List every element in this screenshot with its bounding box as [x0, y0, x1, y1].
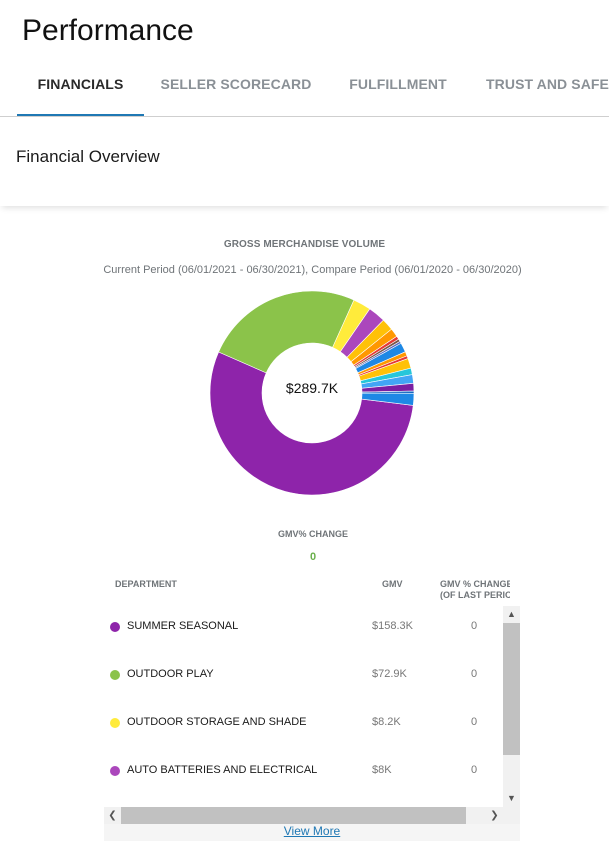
scroll-up-arrow-icon[interactable]: ▲ — [503, 606, 520, 623]
gmv-change-label: GMV% CHANGE — [277, 529, 348, 539]
scroll-left-arrow-icon[interactable]: ❮ — [104, 807, 121, 824]
gmv-change-value: 0 — [309, 551, 317, 563]
department-name: SUMMER SEASONAL — [127, 620, 239, 632]
chart-title: GROSS MERCHANDISE VOLUME — [223, 239, 386, 250]
donut-slice[interactable] — [218, 291, 355, 374]
scroll-right-arrow-icon[interactable]: ❯ — [486, 807, 503, 824]
tab-financials[interactable]: FINANCIALS — [17, 56, 144, 116]
series-color-dot — [110, 622, 120, 632]
table-row: OUTDOOR STORAGE AND SHADE $8.2K 0 — [104, 708, 502, 756]
department-gmv-change: 0 — [471, 620, 478, 632]
vertical-scrollbar[interactable]: ▲ ▼ — [503, 606, 520, 807]
department-name: OUTDOOR PLAY — [127, 668, 214, 680]
tab-fulfillment[interactable]: FULFILLMENT — [335, 56, 461, 116]
department-gmv: $8K — [372, 764, 392, 776]
department-table: SUMMER SEASONAL $158.3K 0 OUTDOOR PLAY $… — [104, 606, 520, 824]
series-color-dot — [110, 766, 120, 776]
department-gmv: $158.3K — [372, 620, 413, 632]
table-row: AUTO BATTERIES AND ELECTRICAL $8K 0 — [104, 756, 502, 804]
vertical-scroll-thumb[interactable] — [503, 623, 520, 755]
page-title: Performance — [22, 14, 194, 47]
section-title: Financial Overview — [16, 147, 160, 166]
scroll-down-arrow-icon[interactable]: ▼ — [503, 790, 520, 807]
donut-center-total: $289.7K — [285, 380, 339, 396]
department-gmv-change: 0 — [471, 716, 478, 728]
tab-trust-and-safety[interactable]: TRUST AND SAFETY — [486, 56, 609, 116]
department-gmv-change: 0 — [471, 764, 478, 776]
department-gmv: $8.2K — [372, 716, 401, 728]
tab-bar: FINANCIALS SELLER SCORECARD FULFILLMENT … — [0, 56, 609, 117]
series-color-dot — [110, 670, 120, 680]
department-name: AUTO BATTERIES AND ELECTRICAL — [127, 764, 318, 776]
column-header-gmv-change: GMV % CHANGE (OF LAST PERIOD) — [440, 579, 510, 600]
horizontal-scroll-thumb[interactable] — [121, 807, 466, 824]
section-header: Financial Overview — [0, 118, 609, 206]
table-row: SUMMER SEASONAL $158.3K 0 — [104, 612, 502, 660]
table-row: OUTDOOR PLAY $72.9K 0 — [104, 660, 502, 708]
department-name: OUTDOOR STORAGE AND SHADE — [127, 716, 307, 728]
view-more-link[interactable]: View More — [104, 824, 520, 841]
column-header-department: DEPARTMENT — [115, 579, 177, 589]
department-gmv: $72.9K — [372, 668, 407, 680]
column-header-gmv: GMV — [382, 579, 403, 589]
department-gmv-change: 0 — [471, 668, 478, 680]
series-color-dot — [110, 718, 120, 728]
horizontal-scrollbar[interactable]: ❮ ❯ — [104, 807, 520, 824]
chart-period: Current Period (06/01/2021 - 06/30/2021)… — [103, 264, 522, 276]
tab-seller-scorecard[interactable]: SELLER SCORECARD — [150, 56, 322, 116]
